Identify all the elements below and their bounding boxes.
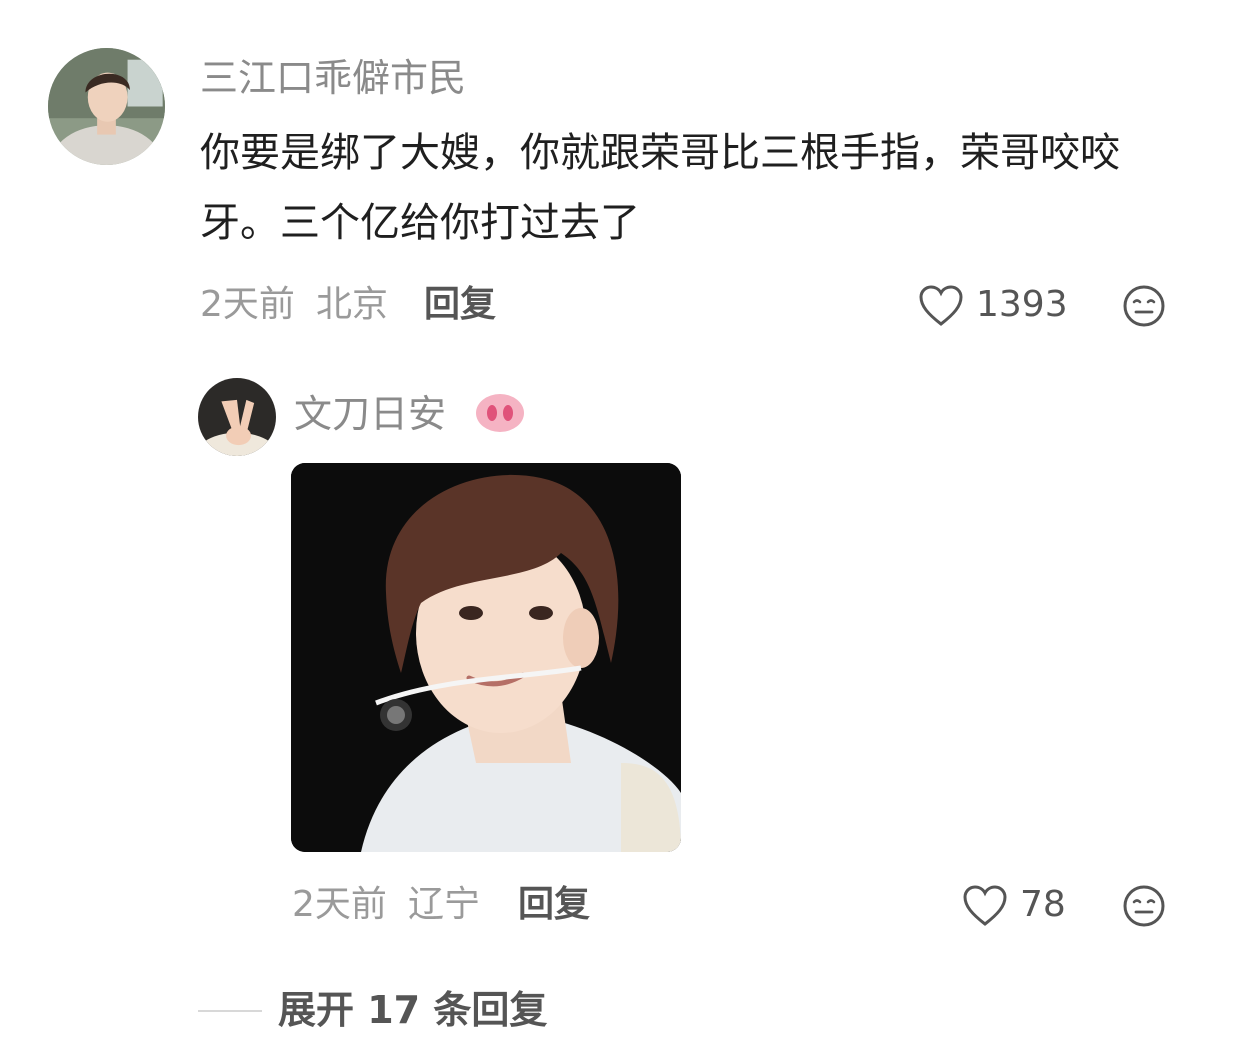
comment-avatar[interactable] xyxy=(48,48,165,165)
comment-time: 2天前 xyxy=(200,284,295,325)
comment-username[interactable]: 三江口乖僻市民 xyxy=(200,52,466,104)
reply-image[interactable] xyxy=(291,463,681,852)
pig-nose-badge-icon xyxy=(474,392,526,434)
heart-outline-icon xyxy=(919,285,963,326)
reply-time: 2天前 xyxy=(292,884,387,925)
reply-like-count: 78 xyxy=(1020,884,1066,925)
user-avatar-photo-icon xyxy=(48,48,165,165)
reply-reply-button[interactable]: 回复 xyxy=(518,882,590,928)
reply-reaction-button[interactable] xyxy=(1122,884,1166,928)
reply-location: 辽宁 xyxy=(408,884,481,925)
peace-hand-avatar-icon xyxy=(198,378,276,456)
comment-text: 你要是绑了大嫂，你就跟荣哥比三根手指，荣哥咬咬牙。三个亿给你打过去了 xyxy=(200,130,1120,246)
reply-username[interactable]: 文刀日安 xyxy=(294,388,446,440)
face-emoji-icon xyxy=(1123,285,1165,327)
reply-like-button[interactable] xyxy=(962,884,1008,928)
comment-location: 北京 xyxy=(316,284,389,325)
comment-reaction-button[interactable] xyxy=(1122,284,1166,328)
expand-replies-button[interactable]: 展开 17 条回复 xyxy=(278,985,547,1035)
face-emoji-icon xyxy=(1123,885,1165,927)
heart-outline-icon xyxy=(963,885,1007,926)
comment-like-button[interactable] xyxy=(918,284,964,328)
reply-photo-singer-icon xyxy=(291,463,681,852)
reply-avatar[interactable] xyxy=(198,378,276,456)
comment-reply-button[interactable]: 回复 xyxy=(424,282,496,328)
comment-like-count: 1393 xyxy=(976,284,1068,325)
expand-divider xyxy=(198,1010,262,1012)
